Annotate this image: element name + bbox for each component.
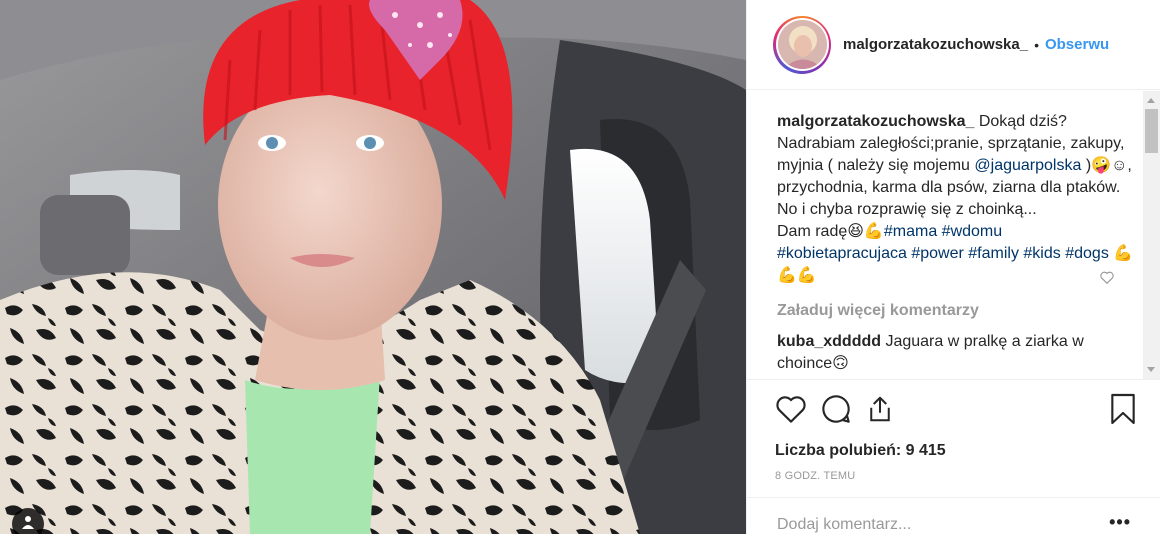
- share-icon[interactable]: [865, 394, 895, 424]
- hashtag-link[interactable]: #mama: [884, 223, 937, 240]
- selfie-image: [0, 0, 746, 534]
- caption: malgorzatakozuchowska_ Dokąd dziś? Nadra…: [777, 111, 1135, 287]
- comment-username[interactable]: kuba_xddddd: [777, 333, 881, 350]
- caption-username[interactable]: malgorzatakozuchowska_: [777, 113, 974, 130]
- more-options-icon[interactable]: •••: [1109, 512, 1131, 533]
- scroll-up-icon[interactable]: [1147, 98, 1155, 103]
- avatar[interactable]: [773, 15, 831, 74]
- bookmark-icon[interactable]: [1109, 393, 1137, 425]
- post-header: malgorzatakozuchowska_ • Obserwu: [747, 0, 1160, 90]
- follow-button[interactable]: Obserwu: [1045, 36, 1109, 53]
- add-comment-field[interactable]: Dodaj komentarz... •••: [747, 497, 1160, 534]
- separator-dot: •: [1034, 36, 1039, 53]
- likes-count[interactable]: Liczba polubień: 9 415: [775, 442, 1135, 460]
- hashtag-link[interactable]: #kids: [1023, 245, 1060, 262]
- hashtag-link[interactable]: #kobietapracujaca: [777, 245, 907, 262]
- post-timestamp[interactable]: 8 GODZ. TEMU: [775, 470, 1135, 482]
- scroll-thumb[interactable]: [1145, 109, 1158, 153]
- hashtag-link[interactable]: #wdomu: [942, 223, 1002, 240]
- like-comment-icon[interactable]: [1100, 271, 1114, 289]
- mention-link[interactable]: @jaguarpolska: [974, 157, 1081, 174]
- scroll-down-icon[interactable]: [1147, 367, 1155, 372]
- comment-bubble-icon[interactable]: [820, 393, 852, 425]
- hashtag-link[interactable]: #power: [911, 245, 963, 262]
- caption-text-3: Dam radę😆💪: [777, 223, 884, 240]
- avatar-image: [777, 20, 827, 69]
- add-comment-placeholder[interactable]: Dodaj komentarz...: [777, 516, 911, 533]
- comments-scrollbar[interactable]: [1143, 91, 1160, 379]
- load-more-comments-button[interactable]: Załaduj więcej komentarzy: [777, 300, 1135, 322]
- hashtag-link[interactable]: #family: [968, 245, 1019, 262]
- header-username[interactable]: malgorzatakozuchowska_: [843, 36, 1028, 53]
- post-side-panel: malgorzatakozuchowska_ • Obserwu malgorz…: [746, 0, 1160, 534]
- post-photo[interactable]: [0, 0, 746, 534]
- user-tag-icon[interactable]: [12, 508, 44, 534]
- comments-area: malgorzatakozuchowska_ Dokąd dziś? Nadra…: [747, 91, 1160, 379]
- hashtag-link[interactable]: #dogs: [1065, 245, 1109, 262]
- like-heart-icon[interactable]: [775, 394, 807, 424]
- post-actions: Liczba polubień: 9 415 8 GODZ. TEMU: [747, 379, 1160, 497]
- comment-item: kuba_xddddd Jaguara w pralkę a ziarka w …: [777, 331, 1087, 375]
